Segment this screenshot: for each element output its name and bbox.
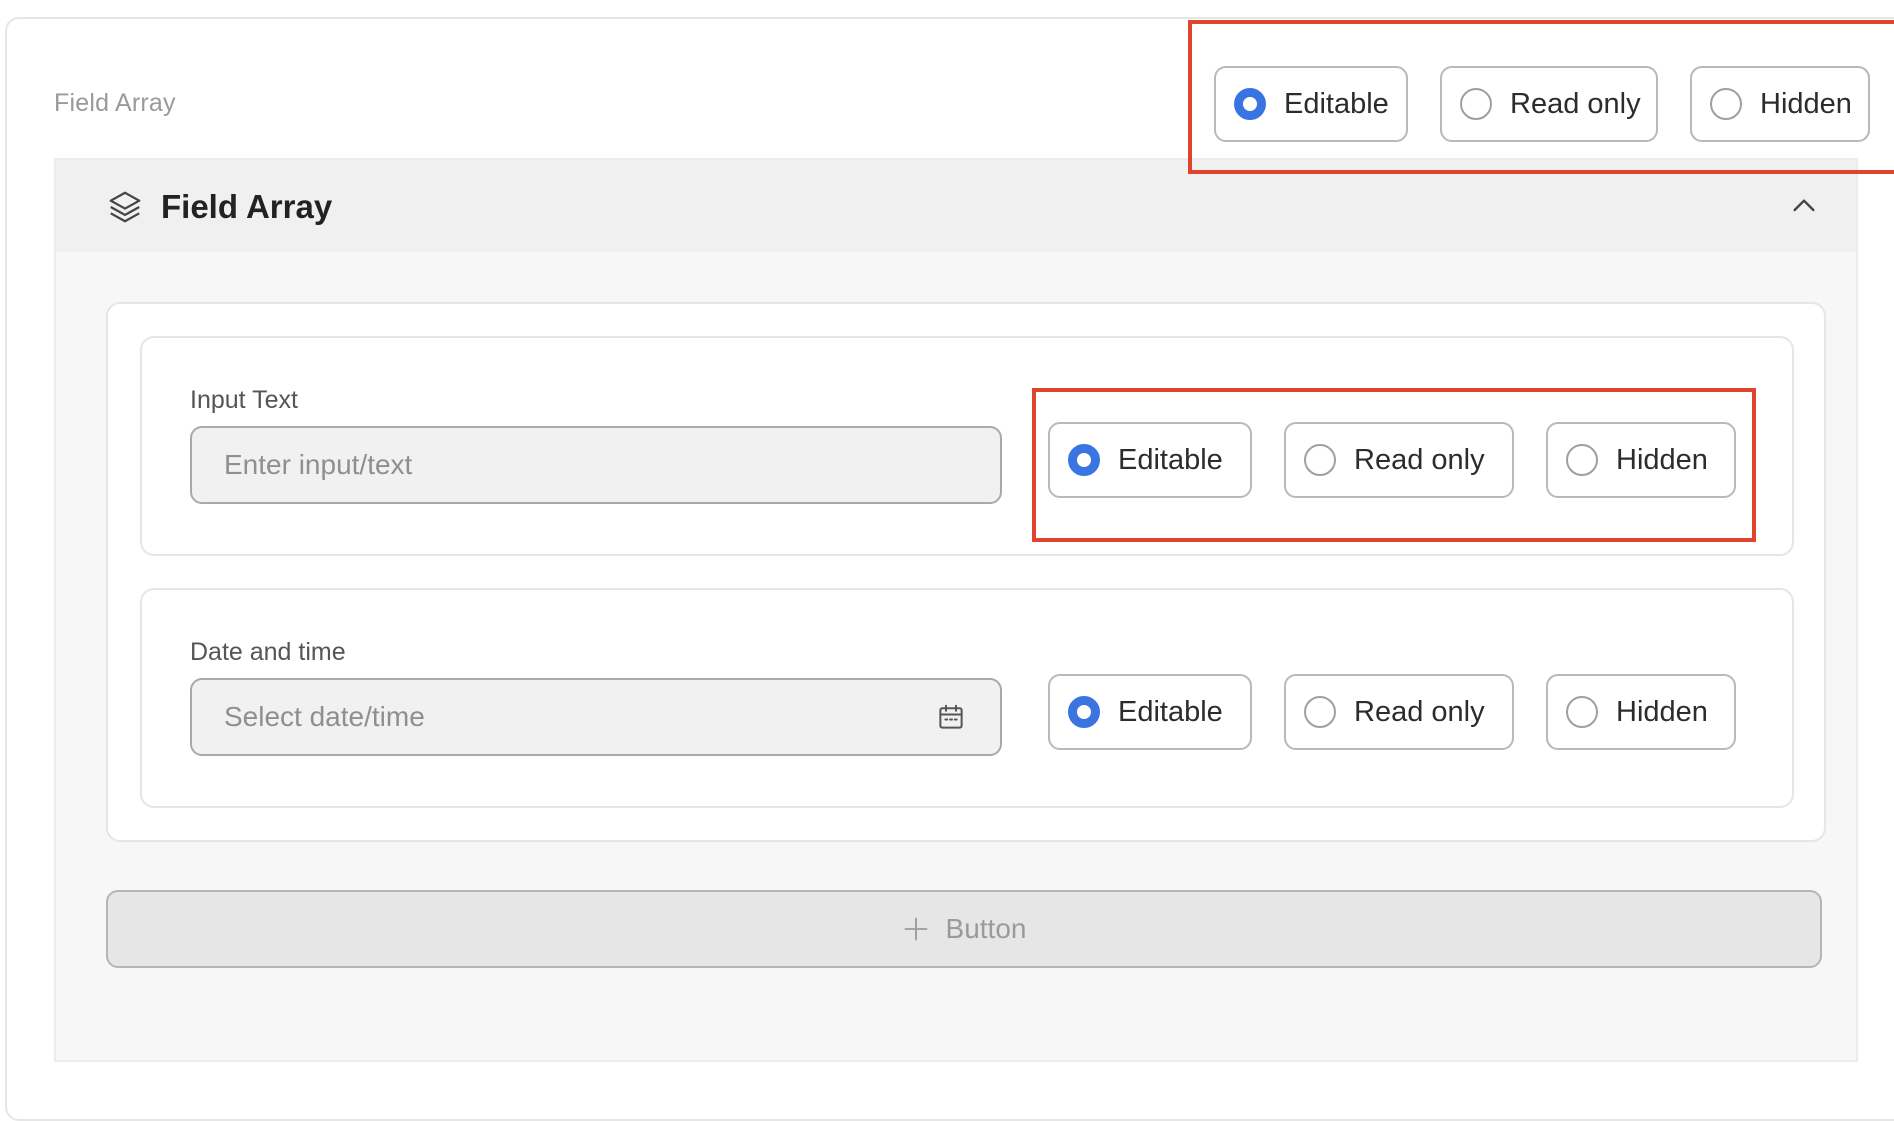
radio-hidden[interactable]: Hidden	[1546, 674, 1736, 750]
radio-label: Read only	[1354, 695, 1485, 728]
layers-icon	[109, 191, 141, 223]
field-label: Input Text	[190, 386, 298, 414]
input-text-field[interactable]	[190, 426, 1002, 504]
radio-label: Hidden	[1616, 695, 1708, 728]
field-card-date-time: Date and time Editable Read only	[140, 588, 1794, 808]
add-button-label: Button	[945, 913, 1027, 944]
date-time-field[interactable]	[190, 678, 1002, 756]
calendar-icon[interactable]	[936, 702, 966, 732]
highlight-box-top	[1188, 20, 1894, 174]
field-array-panel: Field Array Input Text Editable Read onl…	[54, 158, 1858, 1062]
plus-icon	[904, 917, 927, 941]
field-visibility-radio-group: Editable Read only Hidden	[1048, 674, 1736, 750]
panel-title: Field Array	[161, 188, 333, 225]
radio-unchecked-icon	[1304, 696, 1336, 728]
section-label: Field Array	[54, 89, 176, 117]
chevron-up-icon[interactable]	[1788, 190, 1820, 222]
radio-label: Editable	[1118, 695, 1223, 728]
radio-read-only[interactable]: Read only	[1284, 674, 1514, 750]
field-array-item: Input Text Editable Read only Hidden Dat	[106, 302, 1826, 842]
radio-unchecked-icon	[1566, 696, 1598, 728]
highlight-box-field	[1032, 388, 1756, 542]
radio-editable[interactable]: Editable	[1048, 674, 1252, 750]
radio-checked-icon	[1068, 696, 1100, 728]
field-label: Date and time	[190, 638, 346, 666]
add-item-button[interactable]: Button	[106, 890, 1822, 968]
